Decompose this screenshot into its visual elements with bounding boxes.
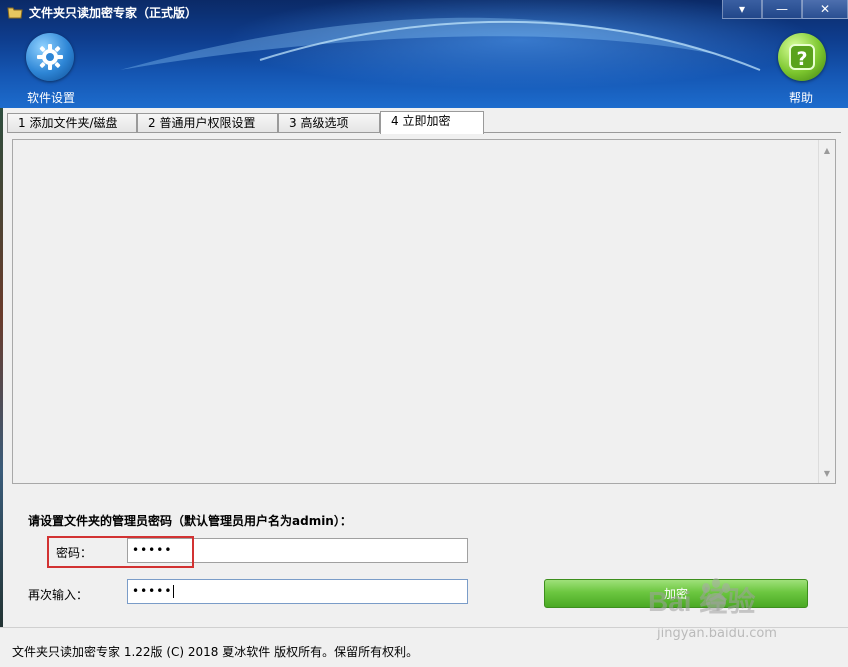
menu-button[interactable]: ▾ (722, 0, 762, 19)
status-text: 文件夹只读加密专家 1.22版 (C) 2018 夏冰软件 版权所有。保留所有权… (12, 645, 419, 659)
tab-advanced-options[interactable]: 3 高级选项 (278, 113, 380, 133)
settings-button[interactable] (26, 33, 74, 81)
status-bar: 文件夹只读加密专家 1.22版 (C) 2018 夏冰软件 版权所有。保留所有权… (0, 627, 848, 667)
tab-user-permissions[interactable]: 2 普通用户权限设置 (137, 113, 278, 133)
password-prompt: 请设置文件夹的管理员密码（默认管理员用户名为admin）： (28, 514, 352, 528)
app-header: 文件夹只读加密专家（正式版） ▾ — ✕ 软件设置 ? 帮助 (0, 0, 848, 108)
question-icon: ? (789, 44, 815, 70)
background-strip (0, 108, 3, 627)
gear-icon (37, 44, 63, 70)
confirm-password-label: 再次输入： (28, 588, 89, 602)
help-button[interactable]: ? (778, 33, 826, 81)
vertical-scrollbar[interactable]: ▲ ▼ (818, 140, 835, 483)
tab-add-folder[interactable]: 1 添加文件夹/磁盘 (7, 113, 137, 133)
settings-label: 软件设置 (27, 91, 76, 105)
text-caret (173, 585, 175, 598)
confirm-password-value: ••••• (132, 584, 173, 598)
minimize-button[interactable]: — (762, 0, 802, 19)
log-area[interactable]: ▲ ▼ (12, 139, 836, 484)
app-logo-icon (7, 7, 23, 19)
scroll-up-icon[interactable]: ▲ (819, 142, 835, 158)
scroll-down-icon[interactable]: ▼ (819, 465, 835, 481)
confirm-password-input[interactable]: ••••• (127, 579, 468, 604)
highlight-box (47, 536, 194, 568)
window-title: 文件夹只读加密专家（正式版） (29, 6, 198, 20)
close-button[interactable]: ✕ (802, 0, 848, 19)
watermark-brand: Bai 经验 (648, 586, 756, 617)
svg-text:?: ? (796, 48, 807, 70)
help-label: 帮助 (789, 91, 814, 105)
tab-encrypt-now[interactable]: 4 立即加密 (380, 111, 484, 134)
